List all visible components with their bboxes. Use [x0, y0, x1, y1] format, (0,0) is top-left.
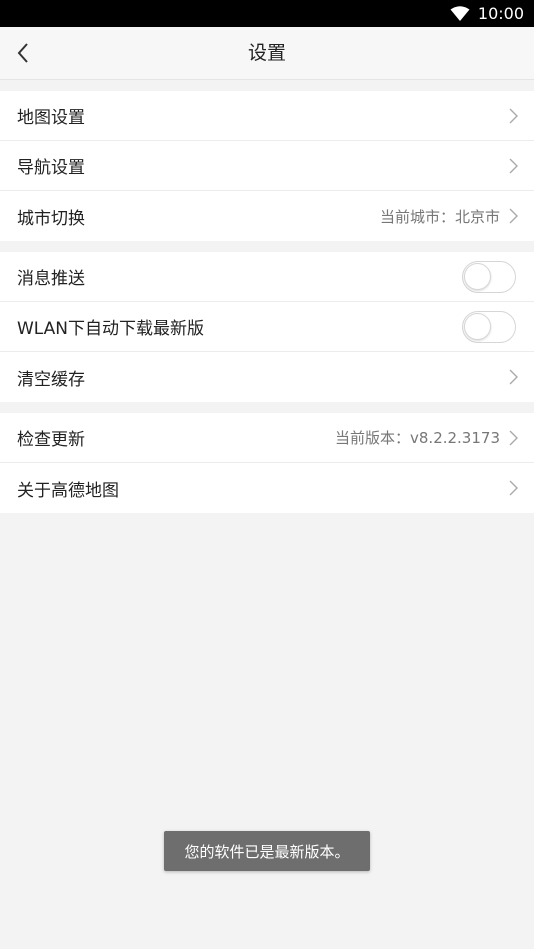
about-label: 关于高德地图 [17, 480, 119, 501]
chevron-right-icon [509, 208, 518, 224]
settings-group-about: 检查更新 当前版本：v8.2.2.3173 关于高德地图 [0, 413, 534, 513]
about-row[interactable]: 关于高德地图 [0, 463, 534, 513]
check-update-row[interactable]: 检查更新 当前版本：v8.2.2.3173 [0, 413, 534, 463]
chevron-right-icon [509, 480, 518, 496]
toast-message: 您的软件已是最新版本。 [164, 831, 370, 871]
toggle-knob [464, 312, 491, 340]
push-label: 消息推送 [17, 269, 85, 289]
city-switch-label: 城市切换 [17, 208, 85, 229]
clear-cache-label: 清空缓存 [17, 369, 85, 390]
push-row: 消息推送 [0, 252, 534, 302]
wlan-update-toggle[interactable] [462, 310, 516, 343]
chevron-right-icon [509, 108, 518, 123]
wifi-icon [450, 5, 470, 21]
page-title: 设置 [247, 42, 286, 64]
clear-cache-row[interactable]: 清空缓存 [0, 352, 534, 402]
settings-group-map: 地图设置 导航设置 城市切换 当前城市：北京市 [0, 91, 534, 241]
toggle-knob [464, 262, 491, 290]
push-toggle[interactable] [462, 260, 516, 293]
status-bar: 10:00 [0, 0, 534, 27]
check-update-label: 检查更新 [17, 430, 85, 450]
map-settings-row[interactable]: 地图设置 [0, 91, 534, 141]
chevron-right-icon [509, 430, 518, 445]
current-version-value: 当前版本：v8.2.2.3173 [335, 429, 500, 447]
wlan-update-row: WLAN下自动下载最新版 [0, 302, 534, 352]
map-settings-label: 地图设置 [17, 108, 85, 128]
chevron-right-icon [509, 369, 518, 385]
nav-settings-label: 导航设置 [17, 158, 85, 178]
settings-group-general: 消息推送 WLAN下自动下载最新版 清空缓存 [0, 252, 534, 402]
city-switch-row[interactable]: 城市切换 当前城市：北京市 [0, 191, 534, 241]
wlan-update-label: WLAN下自动下载最新版 [17, 319, 205, 339]
chevron-right-icon [509, 158, 518, 173]
nav-settings-row[interactable]: 导航设置 [0, 141, 534, 191]
status-time: 10:00 [477, 4, 524, 23]
current-city-value: 当前城市：北京市 [379, 207, 500, 226]
title-bar: 设置 [0, 27, 534, 80]
